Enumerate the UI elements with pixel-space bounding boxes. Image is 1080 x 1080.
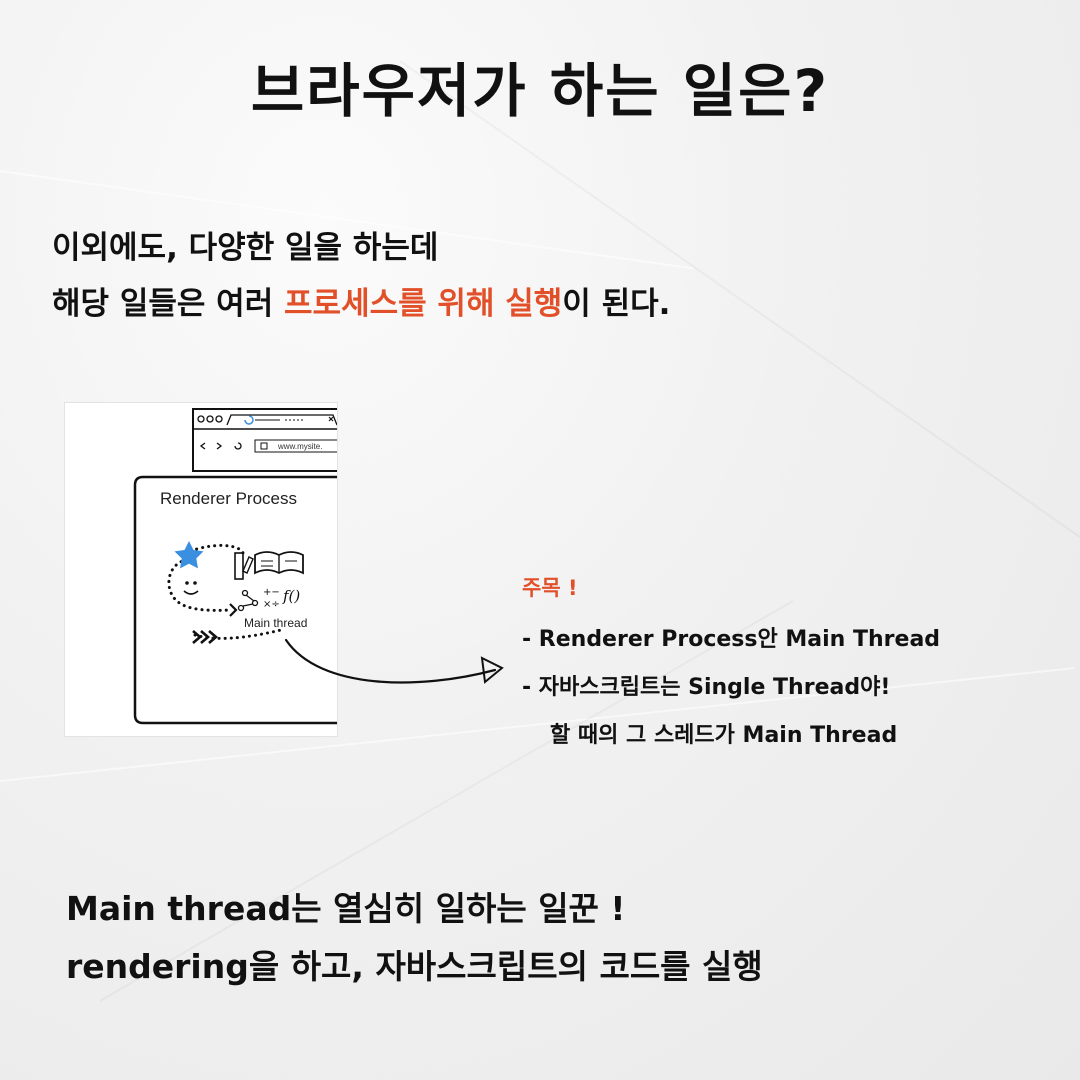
note-line-1: - Renderer Process안 Main Thread [522, 627, 941, 652]
note-box: 주목 ! - Renderer Process안 Main Thread - 자… [522, 572, 940, 760]
pointer-arrow [284, 638, 504, 684]
intro-line-2-start: 해당 일들은 여러 [52, 286, 285, 322]
intro-line-2-end: 이 된다. [562, 286, 671, 322]
function-icon: f() [282, 587, 300, 605]
outro-text: Main thread는 열심히 일하는 일꾼 ! rendering을 하고,… [66, 880, 763, 996]
renderer-process-label: Renderer Process [160, 489, 298, 508]
note-line-2: - 자바스크립트는 Single Thread야! [522, 675, 891, 700]
intro-line-2: 해당 일들은 여러 프로세스를 위해 실행이 된다. [52, 276, 670, 332]
intro-text: 이외에도, 다양한 일을 하는데 해당 일들은 여러 프로세스를 위해 실행이 … [52, 220, 670, 332]
svg-text:×÷: ×÷ [263, 599, 280, 610]
outro-line-1: Main thread는 열심히 일하는 일꾼 ! [66, 889, 626, 928]
tools-icon [234, 552, 244, 580]
main-thread-label: Main thread [244, 616, 308, 630]
intro-highlight: 프로세스를 위해 실행 [284, 286, 563, 322]
intro-line-1: 이외에도, 다양한 일을 하는데 [52, 230, 439, 266]
note-line-3: 할 때의 그 스레드가 Main Thread [550, 723, 898, 748]
outro-line-2: rendering을 하고, 자바스크립트의 코드를 실행 [66, 947, 763, 986]
star-icon [174, 541, 204, 569]
math-symbols-icon: +− [263, 587, 280, 598]
note-title: 주목 ! [522, 576, 578, 600]
url-text: www.mysite. [278, 442, 323, 451]
dotted-loop [167, 557, 232, 612]
smiley-icon [185, 581, 189, 585]
graph-nodes-icon [241, 589, 249, 597]
loop-arrow-icon [229, 603, 238, 617]
page-title: 브라우저가 하는 일은? [250, 57, 830, 125]
